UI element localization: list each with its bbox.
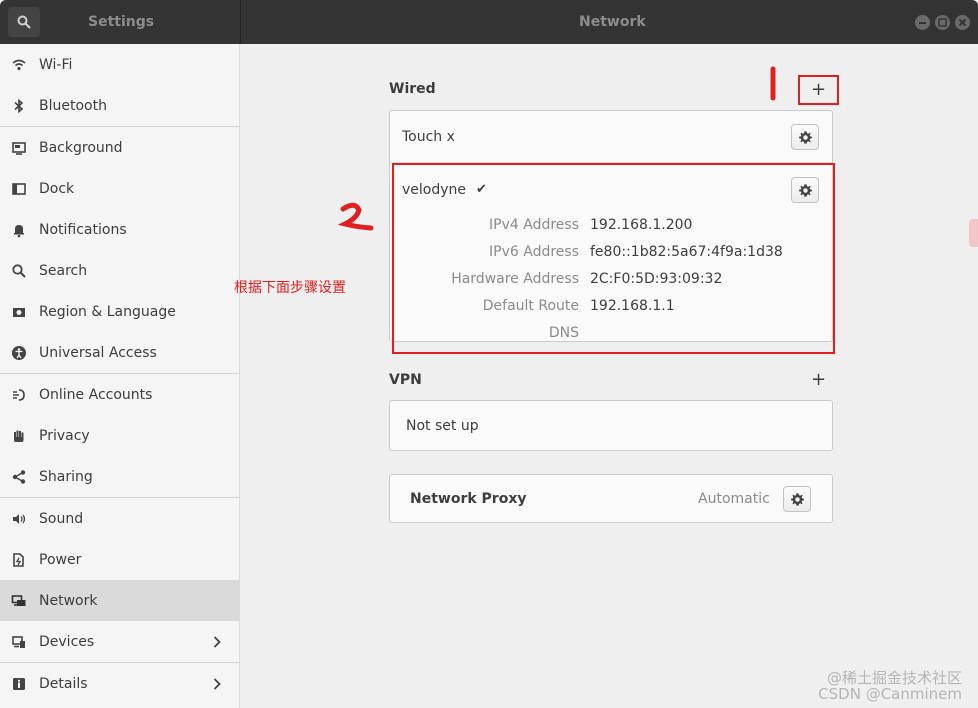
watermark-line-2: CSDN @Canminem <box>818 685 962 703</box>
accounts-icon <box>10 386 28 404</box>
sidebar-item-label: Devices <box>39 633 95 650</box>
sidebar-item-details[interactable]: Details <box>0 663 239 704</box>
accessibility-icon <box>10 344 28 362</box>
dock-icon <box>10 180 28 198</box>
sidebar-item-region-language[interactable]: Region & Language <box>0 291 239 332</box>
network-proxy-label: Network Proxy <box>410 491 527 507</box>
background-icon <box>10 139 28 157</box>
network-proxy-status: Automatic <box>698 491 770 507</box>
page-title: Network <box>579 14 646 30</box>
details-icon <box>10 675 28 693</box>
sidebar-item-sharing[interactable]: Sharing <box>0 456 239 497</box>
sidebar: Wi-Fi Bluetooth Background Dock Notifica… <box>0 44 240 708</box>
minimize-button[interactable] <box>915 15 930 30</box>
header-divider <box>240 0 241 44</box>
sidebar-item-privacy[interactable]: Privacy <box>0 415 239 456</box>
chevron-right-icon <box>213 635 221 648</box>
hand-icon <box>10 427 28 445</box>
sidebar-item-sound[interactable]: Sound <box>0 498 239 539</box>
sidebar-item-label: Universal Access <box>39 344 157 361</box>
devices-icon <box>10 633 28 651</box>
sidebar-item-universal-access[interactable]: Universal Access <box>0 332 239 373</box>
annotation-marker-1 <box>770 66 776 101</box>
network-icon <box>10 592 28 610</box>
sidebar-item-label: Sharing <box>39 468 93 485</box>
sidebar-item-label: Wi-Fi <box>39 56 73 73</box>
wifi-icon <box>10 56 28 74</box>
sidebar-item-dock[interactable]: Dock <box>0 168 239 209</box>
sidebar-item-search[interactable]: Search <box>0 250 239 291</box>
sidebar-item-label: Online Accounts <box>39 386 153 403</box>
sidebar-item-label: Sound <box>39 510 84 527</box>
sidebar-item-label: Region & Language <box>39 303 176 320</box>
maximize-button[interactable] <box>935 15 950 30</box>
minimize-icon <box>919 22 926 24</box>
search-button[interactable] <box>8 7 40 37</box>
share-icon <box>10 468 28 486</box>
wired-section-title: Wired <box>389 81 436 97</box>
sidebar-item-bluetooth[interactable]: Bluetooth <box>0 85 239 126</box>
bluetooth-icon <box>10 97 28 115</box>
vpn-section-title: VPN <box>389 372 422 388</box>
search-icon <box>17 15 31 29</box>
sidebar-title: Settings <box>88 14 155 30</box>
header-bar: Settings Network <box>0 0 978 44</box>
close-icon <box>958 18 967 27</box>
proxy-settings-button[interactable] <box>783 486 811 512</box>
bell-icon <box>10 221 28 239</box>
sidebar-item-power[interactable]: Power <box>0 539 239 580</box>
sidebar-item-label: Bluetooth <box>39 97 107 114</box>
sidebar-item-label: Power <box>39 551 82 568</box>
gear-icon <box>798 130 812 144</box>
edge-tab <box>969 219 978 247</box>
sidebar-item-online-accounts[interactable]: Online Accounts <box>0 374 239 415</box>
maximize-icon <box>938 18 947 27</box>
power-icon <box>10 551 28 569</box>
sidebar-item-notifications[interactable]: Notifications <box>0 209 239 250</box>
annotation-box-add <box>798 75 839 105</box>
sidebar-item-label: Notifications <box>39 221 127 238</box>
sidebar-item-label: Background <box>39 139 123 156</box>
touch-x-settings-button[interactable] <box>791 124 819 150</box>
add-vpn-button[interactable]: + <box>811 371 826 389</box>
sidebar-item-label: Search <box>39 262 88 279</box>
sidebar-item-label: Details <box>39 675 88 692</box>
sidebar-item-wifi[interactable]: Wi-Fi <box>0 44 239 85</box>
annotation-instruction: 根据下面步骤设置 <box>234 280 346 296</box>
annotation-marker-2 <box>337 202 374 231</box>
sidebar-item-label: Dock <box>39 180 75 197</box>
chevron-right-icon <box>213 677 221 690</box>
sidebar-item-label: Privacy <box>39 427 90 444</box>
search-icon <box>10 262 28 280</box>
sidebar-item-network[interactable]: Network <box>0 580 239 621</box>
close-button[interactable] <box>955 15 970 30</box>
sidebar-item-background[interactable]: Background <box>0 127 239 168</box>
sidebar-item-label: Network <box>39 592 98 609</box>
gear-icon <box>790 492 804 506</box>
camera-icon <box>10 303 28 321</box>
annotation-box-velodyne <box>392 163 835 354</box>
connection-name-touch-x: Touch x <box>402 129 455 145</box>
sidebar-item-devices[interactable]: Devices <box>0 621 239 662</box>
speaker-icon <box>10 510 28 528</box>
vpn-status: Not set up <box>406 418 479 434</box>
